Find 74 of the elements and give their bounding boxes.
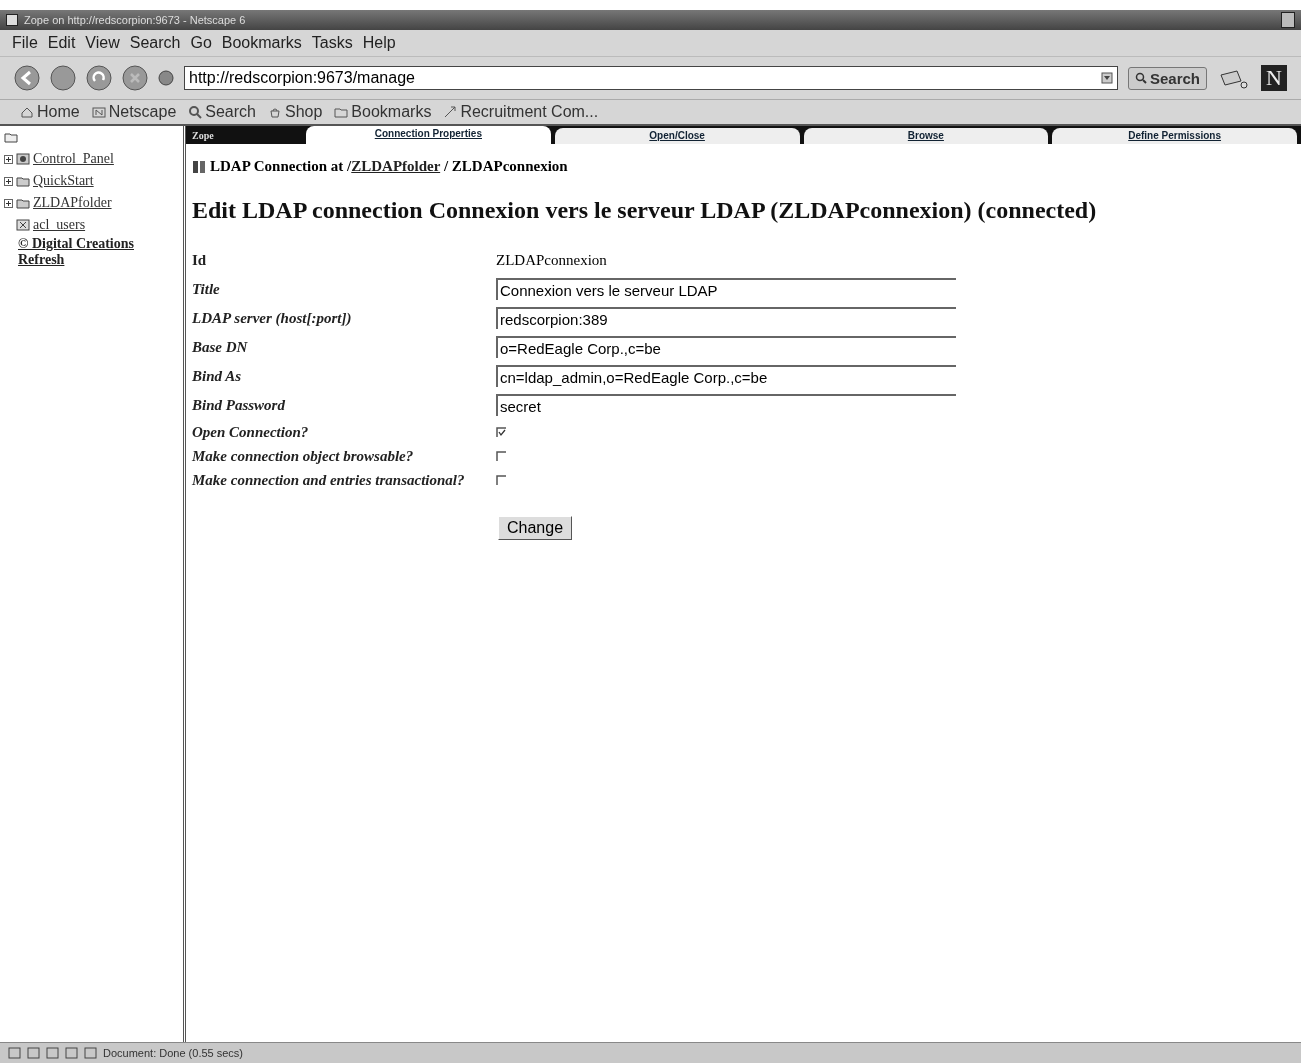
tab[interactable]: Open/Close (554, 128, 800, 144)
menu-item[interactable]: Tasks (311, 34, 353, 52)
bookmark-link[interactable]: Home (20, 103, 80, 121)
folder-icon (334, 105, 349, 119)
field-label: Make connection and entries transactional? (192, 471, 466, 489)
tab[interactable]: Connection Properties (306, 126, 551, 144)
connection-icon (192, 159, 206, 174)
field-label: LDAP server (host[:port]) (192, 309, 353, 327)
bookmark-link[interactable]: Shop (268, 103, 323, 121)
menu-item[interactable]: Bookmarks (221, 34, 302, 52)
expand-icon[interactable] (4, 198, 13, 208)
site-icon (158, 70, 174, 86)
search-icon (1134, 72, 1147, 84)
menu-item[interactable]: Help (362, 34, 396, 52)
menu-item[interactable]: View (85, 34, 120, 52)
text-field[interactable]: cn=ldap_admin,o=RedEagle Corp.,c=be (496, 365, 956, 387)
expand-icon[interactable] (4, 176, 13, 186)
window-menu-icon[interactable] (6, 14, 18, 26)
reload-button[interactable] (86, 65, 112, 91)
back-button[interactable] (14, 65, 40, 91)
checkbox[interactable] (496, 450, 507, 462)
breadcrumb: LDAP Connection at /ZLDAPfolder / ZLDAPconnexion (210, 158, 568, 175)
bookmark-link[interactable]: Search (188, 103, 256, 121)
field-label: Bind Password (192, 396, 286, 414)
text-field[interactable]: redscorpion:389 (496, 307, 956, 329)
bookmark-link[interactable]: Netscape (91, 103, 177, 121)
tab[interactable]: Browse (803, 128, 1049, 144)
field-label: Open Connection? (192, 423, 310, 441)
netscape-icon (91, 105, 106, 119)
tree-item[interactable]: Control_Panel (33, 151, 114, 167)
tree-item[interactable]: ZLDAPfolder (33, 195, 112, 211)
search-icon (188, 105, 203, 119)
expand-icon[interactable] (4, 154, 13, 164)
text-field[interactable]: o=RedEagle Corp.,c=be (496, 336, 956, 358)
text-field[interactable]: Connexion vers le serveur LDAP (496, 278, 956, 300)
field-label: Title (192, 280, 221, 298)
url-field[interactable]: http://redscorpion:9673/manage (184, 66, 1118, 90)
menu-item[interactable]: File (12, 34, 38, 52)
checkbox[interactable] (496, 474, 507, 486)
menu-item[interactable]: Go (190, 34, 212, 52)
text-field[interactable]: secret (496, 394, 956, 416)
page-heading: Edit LDAP connection Connexion vers le serveur LDAP (ZLDAPconnexion) (connected) (192, 197, 1098, 224)
stop-button[interactable] (122, 65, 148, 91)
window-title: Zope on http://redscorpion:9673 - Netscape 6 (24, 14, 246, 26)
home-icon (20, 105, 34, 119)
arrow-icon (443, 105, 458, 119)
refresh-link[interactable]: Refresh (18, 252, 179, 268)
tree-item[interactable]: QuickStart (33, 173, 94, 189)
menu-item[interactable]: Edit (47, 34, 76, 52)
forward-button[interactable] (50, 65, 76, 91)
field-label: Id (192, 251, 208, 269)
bag-icon (268, 105, 282, 119)
zope-logo: Zope (191, 129, 215, 141)
checkbox[interactable] (496, 426, 507, 438)
bookmark-link[interactable]: Recruitment Com... (443, 103, 599, 121)
tree-item[interactable]: acl_users (33, 217, 86, 233)
folder-link[interactable]: ZLDAPfolder (351, 158, 441, 174)
bookmark-link[interactable]: Bookmarks (334, 103, 432, 121)
field-label: Make connection object browsable? (192, 447, 415, 465)
folder-icon (16, 174, 30, 188)
field-value: ZLDAPconnexion (496, 251, 608, 269)
root-folder-icon[interactable] (4, 130, 18, 144)
copyright-link[interactable]: © Digital Creations (18, 236, 179, 252)
status-text: Document: Done (0.55 secs) (103, 1047, 243, 1059)
search-button[interactable]: Search (1127, 66, 1207, 90)
folder-icon (16, 196, 30, 210)
menu-item[interactable]: Search (129, 34, 181, 52)
field-label: Bind As (192, 367, 243, 385)
throbber-logo: N (1261, 65, 1287, 91)
close-icon[interactable] (1281, 12, 1295, 28)
dropdown-icon[interactable] (1100, 72, 1113, 84)
field-label: Base DN (192, 338, 249, 356)
tab[interactable]: Define Permissions (1052, 128, 1297, 144)
change-button[interactable]: Change (498, 516, 573, 540)
